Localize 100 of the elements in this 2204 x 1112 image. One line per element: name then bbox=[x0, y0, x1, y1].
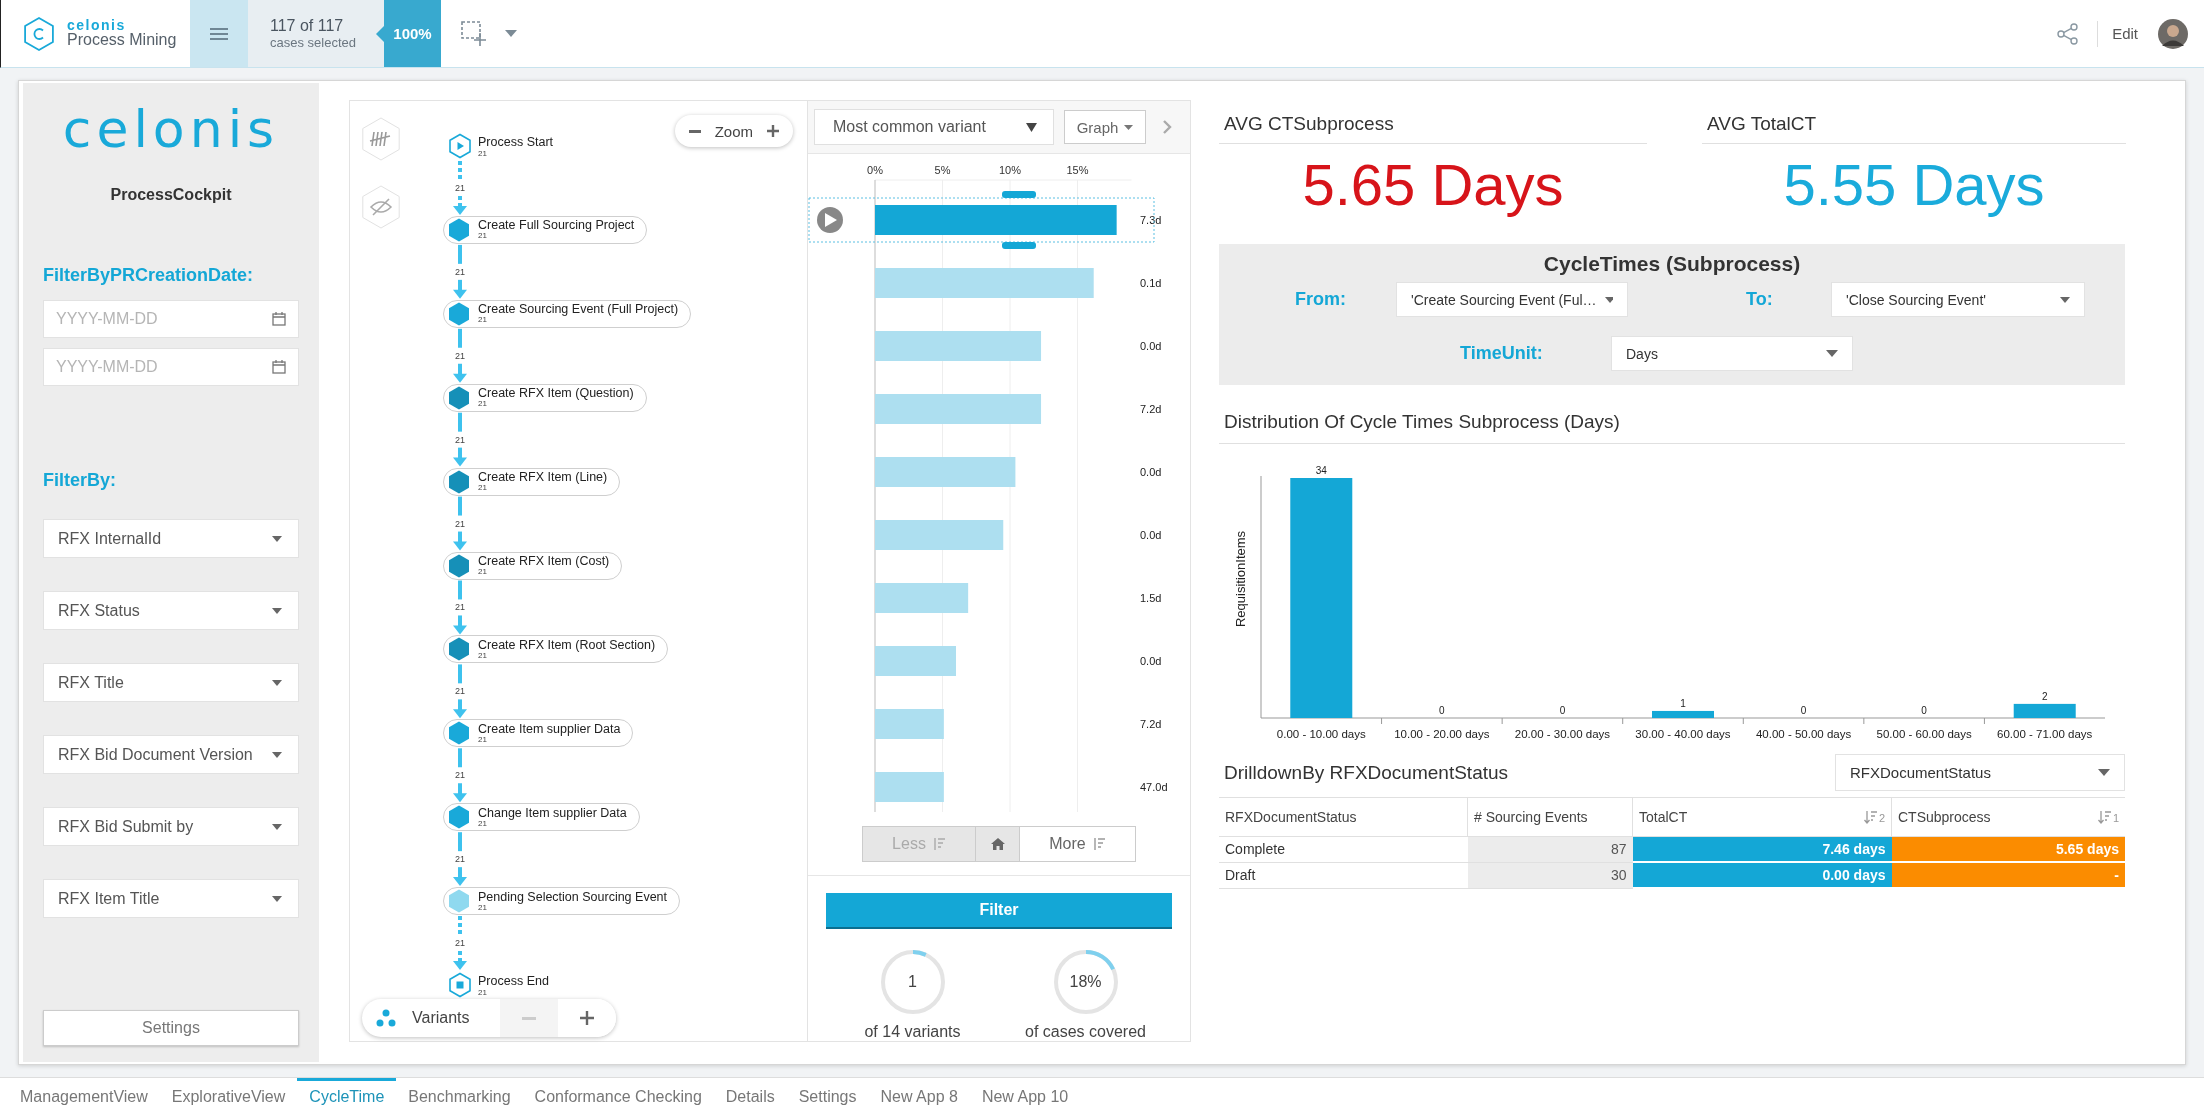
dimension-dropdown[interactable]: RFXDocumentStatus bbox=[1835, 754, 2125, 791]
to-dropdown[interactable]: 'Close Sourcing Event' bbox=[1831, 282, 2085, 317]
table-title: DrilldownBy RFXDocumentStatus bbox=[1223, 761, 1509, 784]
app-tab[interactable]: New App 10 bbox=[969, 1078, 1081, 1112]
hide-button[interactable] bbox=[359, 183, 403, 231]
terminal-count: 21 bbox=[478, 149, 487, 158]
from-dropdown[interactable]: 'Create Sourcing Event (Ful… bbox=[1396, 282, 1628, 317]
category-label: 30.00 - 40.00 days bbox=[1635, 728, 1731, 740]
activity-node[interactable]: Create RFX Item (Line) 21 bbox=[443, 467, 621, 496]
activity-count: 21 bbox=[478, 316, 488, 325]
variant-duration: 0.1d bbox=[1140, 277, 1162, 289]
more-variants-button[interactable] bbox=[557, 999, 616, 1037]
range-handle[interactable] bbox=[1002, 242, 1036, 249]
avatar[interactable] bbox=[2158, 18, 2188, 49]
column-header[interactable]: CTSubprocess 1 bbox=[1891, 797, 2125, 837]
filter-dropdown[interactable]: RFX Bid Submit by bbox=[43, 807, 299, 847]
caret-icon bbox=[272, 535, 282, 542]
app-tab[interactable]: Details bbox=[713, 1078, 787, 1112]
activity-node[interactable]: Create RFX Item (Cost) 21 bbox=[443, 551, 623, 580]
activity-node[interactable]: Create Sourcing Event (Full Project) 21 bbox=[443, 299, 692, 328]
activity-node[interactable]: Create RFX Item (Question) 21 bbox=[443, 383, 647, 412]
chevron-right-icon[interactable] bbox=[1162, 119, 1172, 135]
settings-button[interactable]: Settings bbox=[43, 1010, 299, 1046]
activity-count: 21 bbox=[478, 400, 488, 409]
axis-tick-label: 0% bbox=[867, 164, 883, 176]
data-label: 0 bbox=[1921, 705, 1927, 716]
view-dropdown[interactable]: Graph bbox=[1064, 110, 1146, 144]
caret-icon bbox=[272, 607, 282, 614]
chart-title: Distribution Of Cycle Times Subprocess (Days) bbox=[1219, 411, 2125, 444]
caret-icon[interactable] bbox=[505, 30, 517, 37]
range-handle[interactable] bbox=[1002, 191, 1036, 198]
edit-button[interactable]: Edit bbox=[2112, 25, 2138, 42]
progress-ring bbox=[879, 949, 946, 1015]
hexagon-icon bbox=[448, 301, 470, 326]
variant-duration: 1.5d bbox=[1140, 592, 1162, 604]
stat-caption: of cases covered bbox=[1025, 1023, 1146, 1041]
activity-node[interactable]: Pending Selection Sourcing Event 21 bbox=[443, 887, 680, 916]
data-label: 0 bbox=[1800, 705, 1807, 716]
edge-label: 21 bbox=[455, 686, 465, 697]
selection-icon[interactable] bbox=[461, 20, 487, 47]
column-header[interactable]: # Sourcing Events bbox=[1467, 797, 1633, 837]
variant-sort-dropdown[interactable]: Most common variant bbox=[814, 109, 1054, 145]
menu-button[interactable] bbox=[190, 0, 248, 67]
filter-dropdown[interactable]: RFX Item Title bbox=[43, 879, 299, 919]
date-field[interactable]: YYYY-MM-DD bbox=[43, 348, 299, 387]
activity-node[interactable]: Change Item supplier Data 21 bbox=[443, 803, 640, 832]
caret-icon bbox=[1124, 124, 1134, 130]
activity-label: Create RFX Item (Root Section) bbox=[478, 638, 656, 652]
filter-dropdown[interactable]: RFX Status bbox=[43, 591, 299, 631]
app-tab[interactable]: Benchmarking bbox=[396, 1078, 523, 1112]
case-count: 117 of 117 bbox=[270, 17, 345, 35]
hexagon-icon bbox=[448, 805, 470, 830]
home-icon bbox=[990, 838, 1005, 850]
activity-node[interactable]: Create Item supplier Data 21 bbox=[443, 719, 634, 748]
filter-dropdown[interactable]: RFX InternalId bbox=[43, 519, 299, 559]
filter-heading: FilterBy: bbox=[43, 470, 117, 492]
category-label: 50.00 - 60.00 days bbox=[1876, 728, 1972, 740]
activity-label: Create Full Sourcing Project bbox=[478, 219, 635, 233]
column-header[interactable]: RFXDocumentStatus bbox=[1219, 797, 1468, 837]
date-field[interactable]: YYYY-MM-DD bbox=[43, 300, 299, 339]
activity-label: Create RFX Item (Cost) bbox=[478, 555, 610, 568]
hexagon-icon bbox=[448, 217, 470, 242]
filter-dropdown[interactable]: RFX Title bbox=[43, 663, 299, 703]
caret-icon bbox=[272, 823, 282, 830]
app-tab[interactable]: Settings bbox=[786, 1078, 869, 1112]
stat-caption: of 14 variants bbox=[864, 1023, 961, 1041]
filter-dropdown[interactable]: RFX Bid Document Version bbox=[43, 735, 299, 775]
table-cell: - bbox=[1891, 862, 2125, 888]
more-button[interactable]: More bbox=[1020, 826, 1136, 862]
activity-node[interactable]: Create RFX Item (Root Section) 21 bbox=[443, 635, 669, 664]
play-icon[interactable] bbox=[817, 207, 843, 233]
stat-value: 18% bbox=[1069, 973, 1102, 991]
edge-label: 21 bbox=[455, 518, 465, 529]
kpi-label: AVG TotalCT bbox=[1702, 113, 2126, 144]
terminal-label: Process End bbox=[478, 974, 549, 988]
caret-icon bbox=[1826, 350, 1838, 357]
menu-icon bbox=[210, 26, 228, 41]
activity-node[interactable]: Create Full Sourcing Project 21 bbox=[443, 215, 648, 244]
dashboard-title: ProcessCockpit bbox=[109, 186, 233, 205]
column-header[interactable]: TotalCT 2 bbox=[1632, 797, 1892, 837]
frequency-button[interactable] bbox=[359, 115, 403, 163]
edge-label: 21 bbox=[455, 770, 465, 781]
home-button[interactable] bbox=[976, 826, 1020, 862]
variant-duration: 7.2d bbox=[1140, 403, 1162, 415]
activity-count: 21 bbox=[478, 819, 487, 828]
minus-icon bbox=[688, 129, 701, 133]
axis-title: RequisitionItems bbox=[1233, 530, 1248, 628]
share-icon[interactable] bbox=[2057, 22, 2080, 45]
app-tab[interactable]: CycleTime bbox=[297, 1078, 397, 1112]
zoom-in-button[interactable] bbox=[765, 123, 781, 139]
time-unit-dropdown[interactable]: Days bbox=[1611, 336, 1853, 371]
app-tab[interactable]: New App 8 bbox=[868, 1078, 970, 1112]
product-name: Process Mining bbox=[67, 32, 177, 50]
app-tab[interactable]: ManagementView bbox=[8, 1078, 160, 1112]
minus-icon bbox=[521, 1016, 536, 1020]
app-tab[interactable]: ExplorativeView bbox=[159, 1078, 298, 1112]
app-tab[interactable]: Conformance Checking bbox=[522, 1078, 714, 1112]
activity-label: Change Item supplier Data bbox=[478, 806, 627, 820]
data-label: 2 bbox=[2041, 690, 2048, 702]
activity-label: Create Item supplier Data bbox=[478, 722, 621, 736]
